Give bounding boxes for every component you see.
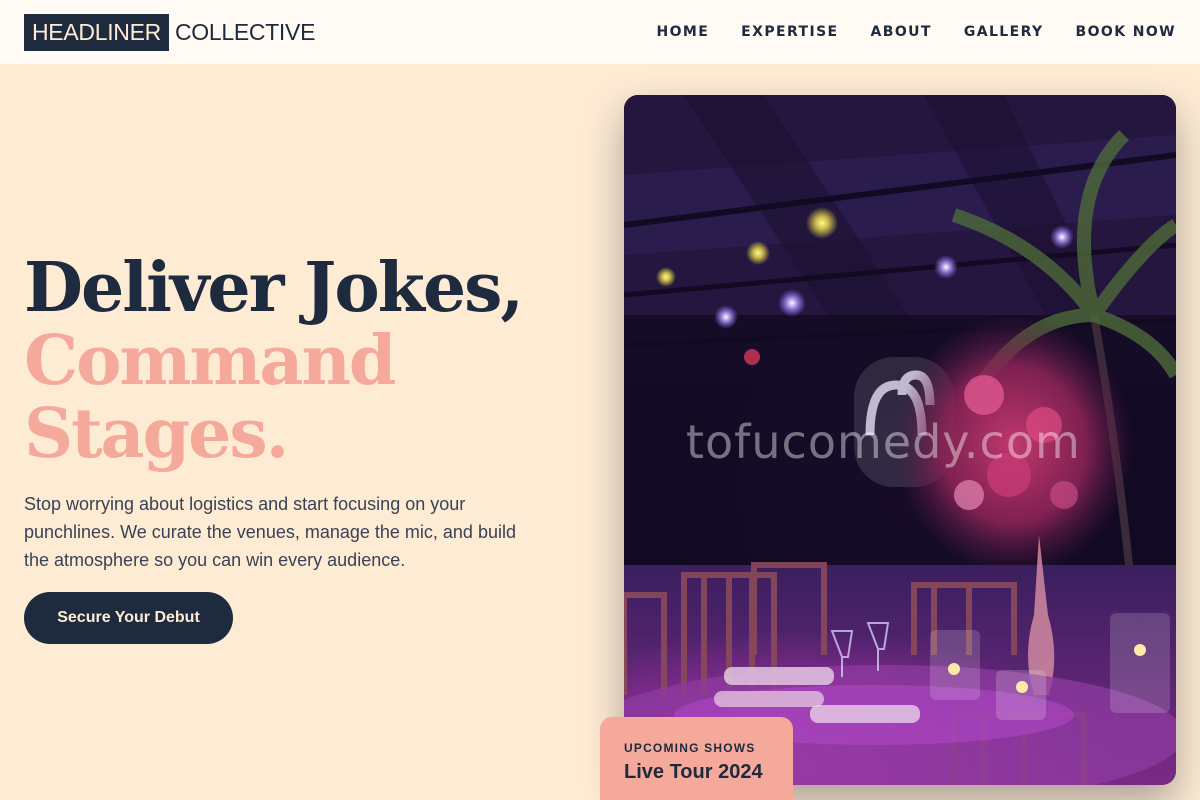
main-nav: HOME EXPERTISE ABOUT GALLERY BOOK NOW (624, 24, 1176, 40)
nav-home[interactable]: HOME (656, 24, 709, 40)
brand-logo[interactable]: HEADLINER COLLECTIVE (24, 13, 316, 51)
hero-event-photo: tofucomedy.com (624, 95, 1176, 785)
hero-title: Deliver Jokes, Command Stages. (24, 248, 524, 474)
brand-logo-text: COLLECTIVE (174, 18, 316, 45)
hero-title-line-1: Deliver Jokes, (24, 248, 524, 328)
badge-title: Live Tour 2024 (624, 761, 763, 783)
nav-about[interactable]: ABOUT (871, 24, 932, 40)
hero-subtitle: Stop worrying about logistics and start … (24, 494, 516, 570)
secure-debut-button[interactable]: Secure Your Debut (24, 592, 233, 644)
site-header: HEADLINER COLLECTIVE HOME EXPERTISE ABOU… (0, 0, 1200, 64)
hero-title-line-3: Stages. (24, 394, 289, 474)
nav-expertise[interactable]: EXPERTISE (741, 24, 838, 40)
nav-gallery[interactable]: GALLERY (964, 24, 1044, 40)
hero-title-line-2: Command (24, 321, 396, 401)
photo-watermark: tofucomedy.com (686, 415, 1081, 469)
brand-logo-box: HEADLINER (24, 13, 169, 51)
upcoming-shows-badge: UPCOMING SHOWS Live Tour 2024 (600, 717, 793, 800)
nav-book-now[interactable]: BOOK NOW (1076, 24, 1176, 40)
badge-kicker: UPCOMING SHOWS (624, 741, 756, 755)
